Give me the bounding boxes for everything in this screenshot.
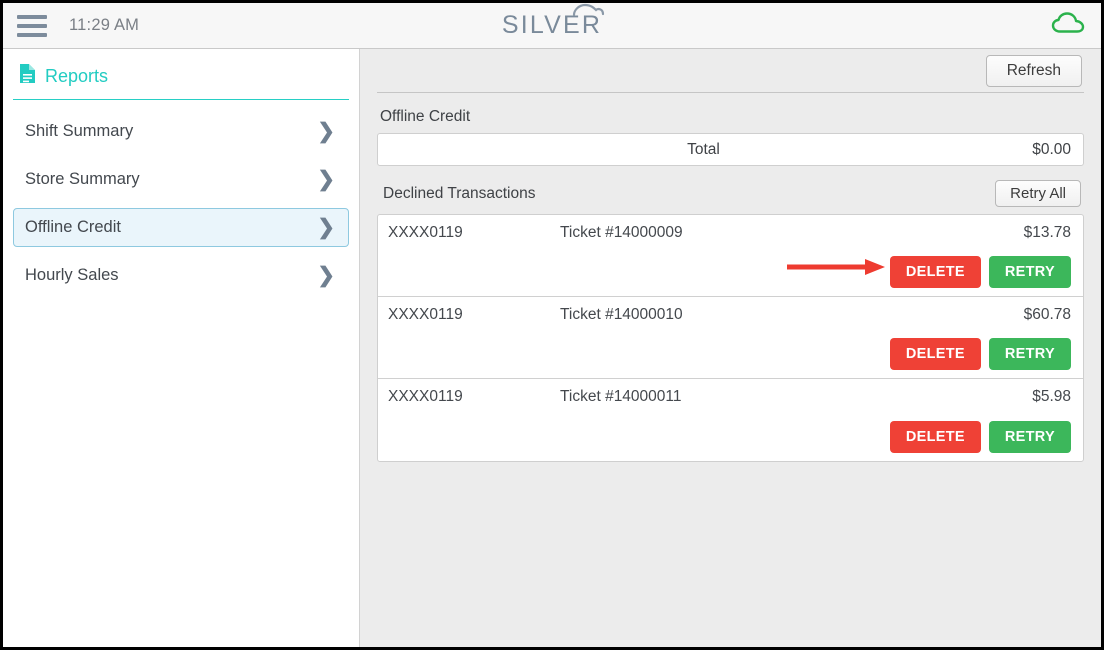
hamburger-bar — [17, 14, 47, 19]
ticket-number: Ticket #14000010 — [560, 306, 683, 323]
app-window: 11:29 AM SILVER Reports Shift Summary ❯ … — [0, 0, 1104, 650]
sidebar-item-label: Hourly Sales — [25, 266, 119, 284]
delete-button[interactable]: DELETE — [889, 338, 981, 370]
transaction-summary: XXXX0119 Ticket #14000009 $13.78 — [388, 224, 1071, 242]
sidebar-item-offline-credit[interactable]: Offline Credit ❯ — [13, 208, 349, 247]
brand-logo: SILVER — [3, 3, 1101, 48]
sidebar: Reports Shift Summary ❯ Store Summary ❯ … — [3, 49, 360, 647]
hamburger-menu-icon[interactable] — [17, 14, 47, 37]
sidebar-item-label: Shift Summary — [25, 122, 134, 140]
transaction-amount: $13.78 — [1023, 224, 1071, 241]
sidebar-item-store-summary[interactable]: Store Summary ❯ — [13, 160, 349, 199]
declined-transactions-label: Declined Transactions — [383, 184, 536, 202]
transaction-amount: $60.78 — [1023, 306, 1071, 323]
retry-button[interactable]: RETRY — [988, 256, 1071, 288]
sidebar-item-label: Store Summary — [25, 170, 140, 188]
transaction-actions: DELETE RETRY — [786, 256, 1071, 288]
hamburger-bar — [17, 32, 47, 37]
sidebar-item-hourly-sales[interactable]: Hourly Sales ❯ — [13, 256, 349, 295]
brand-text: SILVER — [501, 11, 603, 39]
refresh-button[interactable]: Refresh — [985, 54, 1082, 87]
retry-all-button[interactable]: Retry All — [995, 180, 1081, 207]
ticket-number: Ticket #14000011 — [560, 388, 682, 405]
chevron-right-icon: ❯ — [317, 168, 335, 191]
body-container: Reports Shift Summary ❯ Store Summary ❯ … — [3, 49, 1101, 647]
main-content: Refresh Offline Credit Total $0.00 Decli… — [360, 49, 1101, 647]
table-row[interactable]: XXXX0119 Ticket #14000009 $13.78 DELETE — [378, 215, 1083, 297]
sidebar-item-shift-summary[interactable]: Shift Summary ❯ — [13, 112, 349, 151]
clock-label: 11:29 AM — [69, 16, 140, 34]
total-label: Total — [687, 140, 720, 158]
transaction-summary: XXXX0119 Ticket #14000010 $60.78 — [388, 306, 1071, 324]
cloud-swoosh-icon — [572, 3, 606, 22]
card-number: XXXX0119 — [388, 306, 463, 323]
transaction-amount: $5.98 — [1032, 388, 1071, 405]
main-toolbar: Refresh — [377, 49, 1084, 93]
sidebar-header: Reports — [13, 49, 349, 100]
retry-button[interactable]: RETRY — [988, 421, 1071, 453]
chevron-right-icon: ❯ — [317, 264, 335, 287]
document-report-icon — [19, 63, 36, 89]
total-amount: $0.00 — [1032, 140, 1071, 158]
transaction-summary: XXXX0119 Ticket #14000011 $5.98 — [388, 388, 1071, 406]
chevron-right-icon: ❯ — [317, 216, 335, 239]
transaction-actions: DELETE RETRY — [889, 338, 1071, 370]
annotation-arrow-icon — [786, 257, 887, 277]
sidebar-item-label: Offline Credit — [25, 218, 121, 236]
offline-credit-section-label: Offline Credit — [380, 108, 471, 125]
declined-transactions-list: XXXX0119 Ticket #14000009 $13.78 DELETE — [377, 214, 1084, 462]
ticket-number: Ticket #14000009 — [560, 224, 683, 241]
chevron-right-icon: ❯ — [317, 120, 335, 143]
delete-button[interactable]: DELETE — [889, 421, 981, 453]
retry-button[interactable]: RETRY — [988, 338, 1071, 370]
table-row[interactable]: XXXX0119 Ticket #14000010 $60.78 DELETE … — [378, 297, 1083, 379]
offline-credit-total-row: Total $0.00 — [377, 133, 1084, 166]
sidebar-nav: Shift Summary ❯ Store Summary ❯ Offline … — [13, 100, 349, 295]
top-bar: 11:29 AM SILVER — [3, 3, 1101, 49]
transaction-actions: DELETE RETRY — [889, 421, 1071, 453]
cloud-icon[interactable] — [1051, 11, 1085, 40]
hamburger-bar — [17, 23, 47, 28]
page-title: Reports — [45, 65, 109, 86]
table-row[interactable]: XXXX0119 Ticket #14000011 $5.98 DELETE R… — [378, 379, 1083, 461]
declined-transactions-header: Declined Transactions Retry All — [377, 166, 1084, 214]
card-number: XXXX0119 — [388, 224, 463, 241]
card-number: XXXX0119 — [388, 388, 463, 405]
delete-button[interactable]: DELETE — [889, 256, 981, 288]
